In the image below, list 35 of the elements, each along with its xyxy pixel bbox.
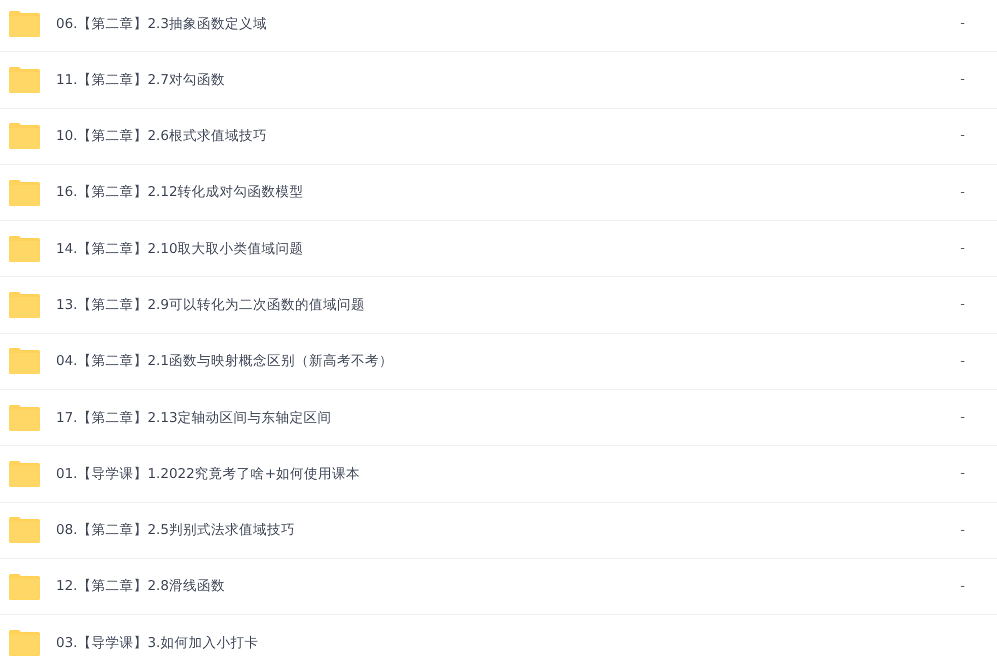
folder-name[interactable]: 12.【第二章】2.8滑线函数	[56, 576, 925, 597]
folder-name[interactable]: 11.【第二章】2.7对勾函数	[56, 70, 925, 90]
file-size: -	[959, 14, 965, 33]
file-size: -	[959, 408, 965, 427]
file-size: -	[959, 352, 965, 371]
folder-name[interactable]: 04.【第二章】2.1函数与映射概念区别（新高考不考）	[56, 351, 925, 372]
file-size: -	[959, 240, 965, 258]
folder-icon	[8, 10, 41, 38]
folder-name[interactable]: 03.【导学课】3.如何加入小打卡	[56, 632, 997, 654]
folder-name[interactable]: 17.【第二章】2.13定轴动区间与东轴定区间	[56, 408, 925, 428]
folder-icon	[8, 460, 41, 488]
folder-name[interactable]: 01.【导学课】1.2022究竟考了啥+如何使用课本	[56, 464, 925, 484]
folder-icon	[8, 572, 41, 601]
folder-name[interactable]: 16.【第二章】2.12转化成对勾函数模型	[56, 182, 925, 203]
folder-icon	[8, 347, 41, 376]
folder-name[interactable]: 13.【第二章】2.9可以转化为二次函数的值域问题	[56, 295, 925, 316]
file-size: -	[959, 71, 965, 90]
file-size: -	[959, 522, 965, 540]
file-size: -	[959, 127, 965, 146]
folder-icon	[8, 234, 41, 263]
folder-icon	[8, 516, 41, 544]
folder-icon	[8, 291, 41, 320]
file-size: -	[959, 578, 965, 596]
folder-icon	[8, 628, 41, 657]
folder-icon	[8, 178, 41, 207]
folder-name[interactable]: 10.【第二章】2.6根式求值域技巧	[56, 126, 925, 146]
folder-name[interactable]: 06.【第二章】2.3抽象函数定义域	[56, 14, 925, 34]
file-size: -	[959, 465, 965, 484]
folder-name[interactable]: 14.【第二章】2.10取大取小类值域问题	[56, 238, 925, 259]
file-size: -	[959, 184, 965, 202]
folder-icon	[8, 66, 41, 94]
folder-icon	[8, 404, 41, 432]
folder-icon	[8, 122, 41, 150]
file-size: -	[959, 296, 965, 314]
folder-name[interactable]: 08.【第二章】2.5判别式法求值域技巧	[56, 520, 925, 540]
